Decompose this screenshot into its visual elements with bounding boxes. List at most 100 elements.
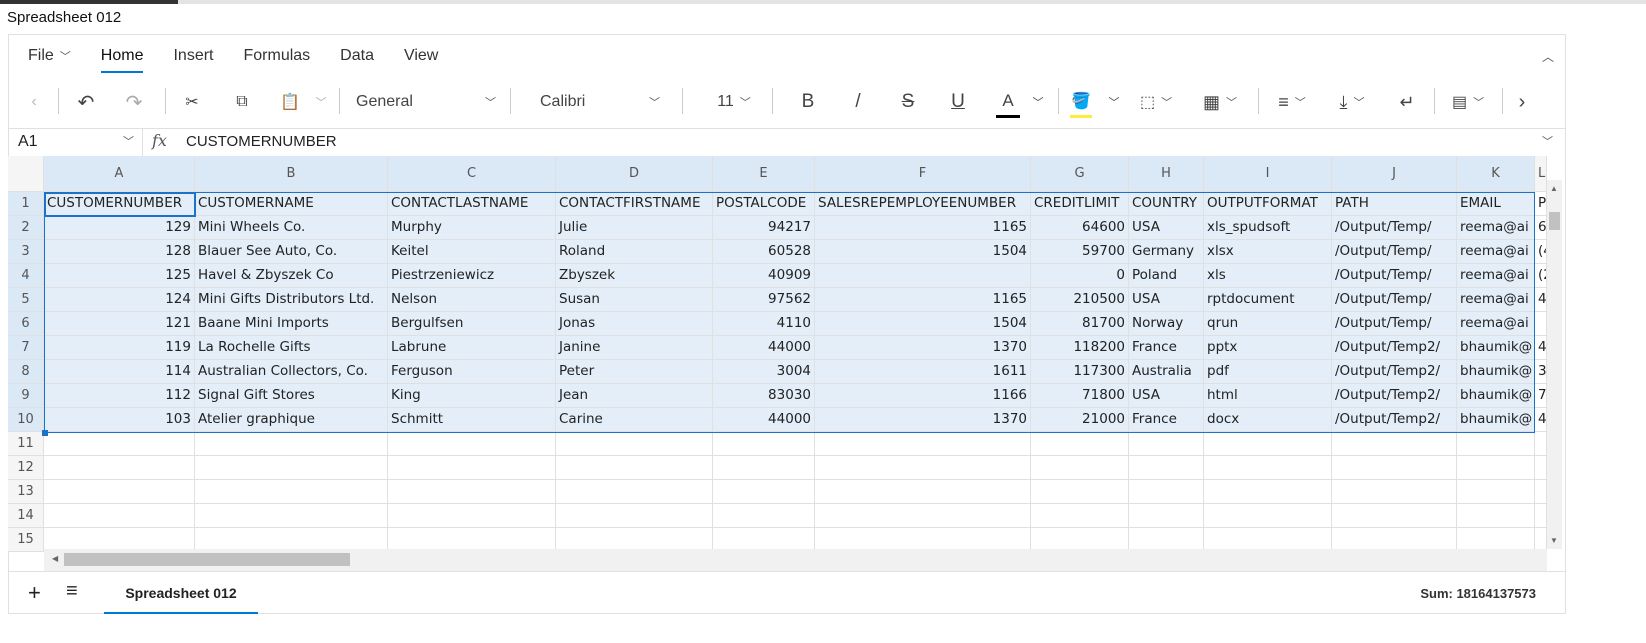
cell[interactable]: /Output/Temp/ xyxy=(1332,216,1457,240)
cell[interactable] xyxy=(388,456,556,480)
italic-button[interactable]: / xyxy=(846,82,870,122)
cell[interactable] xyxy=(713,480,815,504)
cell[interactable]: 44000 xyxy=(713,408,815,432)
cell[interactable] xyxy=(44,480,195,504)
cell[interactable]: 59700 xyxy=(1031,240,1129,264)
cell[interactable]: Schmitt xyxy=(388,408,556,432)
cell[interactable]: 1370 xyxy=(815,408,1031,432)
cell[interactable]: Piestrzeniewicz xyxy=(388,264,556,288)
cell[interactable]: P xyxy=(1535,192,1547,216)
cell[interactable] xyxy=(388,480,556,504)
cell[interactable]: xlsx xyxy=(1204,240,1332,264)
cell[interactable] xyxy=(388,504,556,528)
cell[interactable]: 1165 xyxy=(815,288,1031,312)
cell[interactable]: html xyxy=(1204,384,1332,408)
column-header-g[interactable]: G xyxy=(1031,156,1129,192)
cell[interactable]: 114 xyxy=(44,360,195,384)
horizontal-align-icon[interactable]: ≡ ﹀ xyxy=(1270,82,1314,122)
cell[interactable] xyxy=(1457,480,1535,504)
tab-insert[interactable]: Insert xyxy=(173,47,213,73)
cell[interactable]: reema@ai xyxy=(1457,264,1535,288)
cell[interactable] xyxy=(1129,480,1204,504)
cell[interactable]: 97562 xyxy=(713,288,815,312)
column-header-b[interactable]: B xyxy=(195,156,388,192)
cell[interactable]: Susan xyxy=(556,288,713,312)
cell[interactable] xyxy=(1204,480,1332,504)
cell[interactable] xyxy=(556,504,713,528)
column-header-f[interactable]: F xyxy=(815,156,1031,192)
cell[interactable]: 81700 xyxy=(1031,312,1129,336)
cell[interactable]: POSTALCODE xyxy=(713,192,815,216)
cell[interactable] xyxy=(1031,432,1129,456)
cell[interactable]: /Output/Temp/ xyxy=(1332,288,1457,312)
undo-icon[interactable]: ↶ xyxy=(72,82,100,122)
cell[interactable]: CONTACTFIRSTNAME xyxy=(556,192,713,216)
cell[interactable]: Baane Mini Imports xyxy=(195,312,388,336)
cell[interactable]: 125 xyxy=(44,264,195,288)
cell[interactable] xyxy=(1129,432,1204,456)
cell[interactable]: 60528 xyxy=(713,240,815,264)
cell[interactable]: reema@ai xyxy=(1457,216,1535,240)
cell[interactable] xyxy=(195,480,388,504)
cell[interactable] xyxy=(44,504,195,528)
cell[interactable]: Germany xyxy=(1129,240,1204,264)
cell[interactable]: Atelier graphique xyxy=(195,408,388,432)
row-header[interactable]: 6 xyxy=(8,312,44,336)
cell[interactable]: 83030 xyxy=(713,384,815,408)
cell[interactable]: Mini Wheels Co. xyxy=(195,216,388,240)
expand-formula-icon[interactable]: ﹀ xyxy=(1542,133,1553,149)
cell[interactable]: /Output/Temp2/ xyxy=(1332,384,1457,408)
cell[interactable]: 4110 xyxy=(713,312,815,336)
cell[interactable]: 21000 xyxy=(1031,408,1129,432)
cell[interactable]: Australia xyxy=(1129,360,1204,384)
cell[interactable]: 119 xyxy=(44,336,195,360)
cell[interactable]: /Output/Temp/ xyxy=(1332,264,1457,288)
row-header[interactable]: 8 xyxy=(8,360,44,384)
cell[interactable]: Poland xyxy=(1129,264,1204,288)
cell[interactable] xyxy=(1204,432,1332,456)
cell[interactable] xyxy=(1332,504,1457,528)
cell[interactable]: 1504 xyxy=(815,240,1031,264)
table-format-icon[interactable]: ▦ ﹀ xyxy=(1194,82,1246,122)
cell[interactable]: qrun xyxy=(1204,312,1332,336)
strikethrough-button[interactable]: S xyxy=(896,82,920,122)
cell[interactable]: 94217 xyxy=(713,216,815,240)
scroll-left-icon[interactable]: ‹ xyxy=(24,82,44,122)
column-header-e[interactable]: E xyxy=(713,156,815,192)
cell[interactable] xyxy=(1031,504,1129,528)
cell[interactable] xyxy=(1204,456,1332,480)
cell[interactable]: rptdocument xyxy=(1204,288,1332,312)
cell[interactable]: /Output/Temp2/ xyxy=(1332,408,1457,432)
cell[interactable]: 64600 xyxy=(1031,216,1129,240)
tab-file[interactable]: File ﹀ xyxy=(28,47,71,73)
cell[interactable] xyxy=(556,456,713,480)
cell[interactable]: 112 xyxy=(44,384,195,408)
sheet-tab[interactable]: Spreadsheet 012 xyxy=(104,572,258,614)
cell[interactable] xyxy=(195,504,388,528)
cell[interactable]: 6 xyxy=(1535,216,1547,240)
number-format-dropdown[interactable]: General ﹀ xyxy=(356,82,496,122)
cell[interactable]: Havel & Zbyszek Co xyxy=(195,264,388,288)
cell[interactable]: 71800 xyxy=(1031,384,1129,408)
cell[interactable] xyxy=(713,504,815,528)
cell[interactable]: 118200 xyxy=(1031,336,1129,360)
cell[interactable] xyxy=(815,480,1031,504)
column-header-l[interactable]: L xyxy=(1535,156,1547,192)
cell[interactable]: France xyxy=(1129,408,1204,432)
row-header[interactable]: 5 xyxy=(8,288,44,312)
cell[interactable]: CONTACTLASTNAME xyxy=(388,192,556,216)
horizontal-scrollbar[interactable]: ◀ xyxy=(44,549,1547,571)
cell[interactable]: 40909 xyxy=(713,264,815,288)
fill-color-icon[interactable]: 🪣 xyxy=(1070,86,1092,118)
cell[interactable]: PATH xyxy=(1332,192,1457,216)
cell[interactable]: 210500 xyxy=(1031,288,1129,312)
cell[interactable]: EMAIL xyxy=(1457,192,1535,216)
scroll-right-icon[interactable]: › xyxy=(1512,82,1532,122)
tab-home[interactable]: Home xyxy=(100,47,144,73)
cell[interactable]: Roland xyxy=(556,240,713,264)
cell[interactable]: 1611 xyxy=(815,360,1031,384)
row-header[interactable]: 12 xyxy=(8,456,44,480)
column-header-c[interactable]: C xyxy=(388,156,556,192)
row-header[interactable]: 1 xyxy=(8,192,44,216)
cell[interactable]: Ferguson xyxy=(388,360,556,384)
